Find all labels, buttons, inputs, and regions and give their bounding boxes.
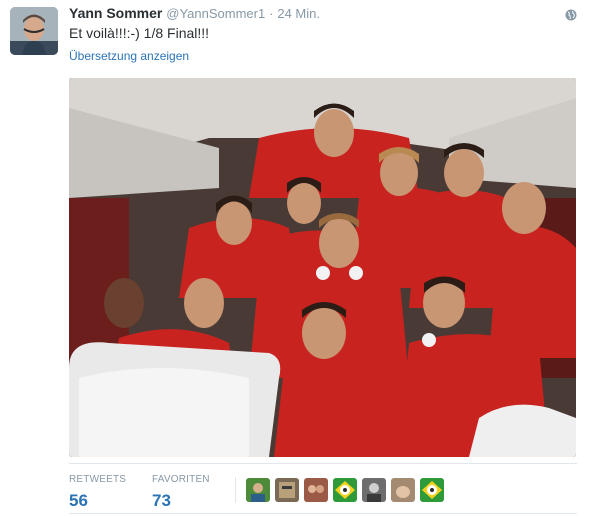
favoriter-avatar-5[interactable] bbox=[362, 478, 386, 502]
favorites-label: FAVORITEN bbox=[152, 474, 210, 485]
tweet: Yann Sommer @YannSommer1 · 24 Min. Et vo… bbox=[0, 0, 589, 517]
tweet-photo[interactable] bbox=[69, 78, 576, 457]
retweets-stat[interactable]: RETWEETS 56 bbox=[69, 474, 126, 511]
retweets-label: RETWEETS bbox=[69, 474, 127, 485]
favoriter-avatar-3[interactable] bbox=[304, 478, 328, 502]
tweet-timestamp[interactable]: 24 Min. bbox=[277, 6, 320, 21]
favoriter-avatar-2[interactable] bbox=[275, 478, 299, 502]
tweet-header: Yann Sommer @YannSommer1 · 24 Min. bbox=[69, 5, 579, 23]
team-photo-image bbox=[69, 78, 576, 457]
stats-divider-bottom bbox=[69, 513, 577, 514]
favoriters-divider bbox=[235, 477, 237, 503]
avatar-portrait bbox=[10, 7, 58, 55]
avatar-couple-icon bbox=[304, 478, 328, 502]
author-username[interactable]: @YannSommer1 bbox=[166, 6, 265, 21]
avatar-hand-icon bbox=[391, 478, 415, 502]
favorites-count[interactable]: 73 bbox=[152, 491, 210, 511]
tweet-text: Et voilà!!!:-) 1/8 Final!!! bbox=[69, 25, 210, 41]
favoriter-avatar-7[interactable] bbox=[420, 478, 444, 502]
favoriter-avatar-6[interactable] bbox=[391, 478, 415, 502]
retweets-count[interactable]: 56 bbox=[69, 491, 126, 511]
author-fullname[interactable]: Yann Sommer bbox=[69, 5, 162, 21]
stats-divider-top bbox=[69, 463, 577, 464]
brazil-ball-icon bbox=[420, 478, 444, 502]
translate-link[interactable]: Übersetzung anzeigen bbox=[69, 49, 189, 63]
favoriter-avatar-1[interactable] bbox=[246, 478, 270, 502]
brazil-ball-icon bbox=[333, 478, 357, 502]
header-separator: · bbox=[269, 6, 274, 21]
avatar-green-field-icon bbox=[246, 478, 270, 502]
avatar-poster-icon bbox=[275, 478, 299, 502]
avatar-portrait-icon bbox=[362, 478, 386, 502]
favoriter-avatar-4[interactable] bbox=[333, 478, 357, 502]
globe-icon bbox=[565, 8, 577, 21]
user-avatar[interactable] bbox=[10, 7, 58, 55]
favorites-stat[interactable]: FAVORITEN 73 bbox=[152, 474, 210, 511]
